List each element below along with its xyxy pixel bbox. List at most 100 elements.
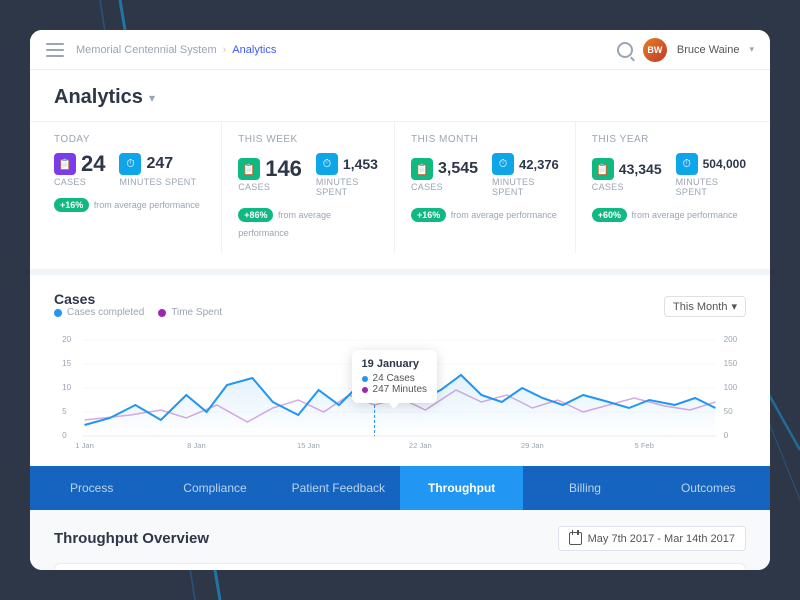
chart-section: Cases Cases completed Time Spent This Mo bbox=[30, 269, 770, 466]
page-header: Analytics ▾ bbox=[30, 70, 770, 121]
chart-filter-btn[interactable]: This Month ▾ bbox=[664, 296, 746, 317]
minutes-label-today: Minutes Spent bbox=[119, 177, 196, 187]
minutes-value-today: 247 bbox=[146, 156, 173, 172]
tab-throughput[interactable]: Throughput bbox=[400, 466, 523, 510]
calendar-icon bbox=[569, 532, 582, 545]
legend-label-cases: Cases completed bbox=[67, 307, 144, 318]
svg-text:15 Jan: 15 Jan bbox=[297, 441, 320, 450]
minutes-label-month: Minutes Spent bbox=[492, 177, 559, 197]
stat-numbers-today: 📋 24 Cases ⏱ 247 Minutes Spent bbox=[54, 153, 205, 187]
cases-icon-week: 📋 bbox=[238, 158, 260, 180]
page-title-chevron[interactable]: ▾ bbox=[149, 91, 155, 105]
chart-tooltip: 19 January 24 Cases 247 Minutes bbox=[352, 350, 437, 403]
breadcrumb-parent: Memorial Centennial System bbox=[76, 44, 217, 56]
svg-text:8 Jan: 8 Jan bbox=[187, 441, 206, 450]
legend-time: Time Spent bbox=[158, 307, 222, 318]
stat-cases-month: 📋 3,545 Cases bbox=[411, 158, 478, 192]
stat-period-year: This Year bbox=[592, 134, 746, 145]
tab-compliance[interactable]: Compliance bbox=[153, 466, 276, 510]
stat-period-week: This Week bbox=[238, 134, 378, 145]
tooltip-cases-value: 24 Cases bbox=[373, 373, 415, 384]
svg-text:22 Jan: 22 Jan bbox=[409, 441, 432, 450]
stat-numbers-year: 📋 43,345 Cases ⏱ 504,000 Minutes Spent bbox=[592, 153, 746, 197]
menu-icon[interactable] bbox=[46, 43, 64, 57]
cases-value-month: 3,545 bbox=[438, 161, 478, 177]
throughput-card: Frequency Max Location 20 15 bbox=[54, 563, 746, 570]
tabs-bar: Process Compliance Patient Feedback Thro… bbox=[30, 466, 770, 510]
stat-cases-year: 📋 43,345 Cases bbox=[592, 158, 662, 192]
cases-label-month: Cases bbox=[411, 182, 443, 192]
stat-minutes-week: ⏱ 1,453 Minutes Spent bbox=[316, 153, 378, 197]
nav-right: BW Bruce Waine ▾ bbox=[617, 38, 754, 62]
cases-icon-today: 📋 bbox=[54, 153, 76, 175]
minutes-value-month: 42,376 bbox=[519, 158, 559, 171]
breadcrumb: Memorial Centennial System › Analytics bbox=[76, 44, 617, 56]
stat-badge-today: +16% bbox=[54, 198, 89, 212]
tooltip-cases-dot bbox=[362, 376, 368, 382]
legend-cases: Cases completed bbox=[54, 307, 144, 318]
cases-label-week: Cases bbox=[238, 182, 270, 192]
user-name: Bruce Waine bbox=[677, 44, 740, 56]
main-card: Memorial Centennial System › Analytics B… bbox=[30, 30, 770, 570]
stat-minutes-today: ⏱ 247 Minutes Spent bbox=[119, 153, 196, 187]
svg-text:150: 150 bbox=[724, 359, 738, 368]
stat-card-today: Today 📋 24 Cases ⏱ 247 Mi bbox=[54, 122, 222, 253]
stat-badge-week: +86% bbox=[238, 208, 273, 222]
svg-text:10: 10 bbox=[62, 383, 72, 392]
breadcrumb-current: Analytics bbox=[232, 44, 276, 56]
stat-from-today: from average performance bbox=[94, 200, 200, 210]
stat-minutes-month: ⏱ 42,376 Minutes Spent bbox=[492, 153, 559, 197]
date-range-btn[interactable]: May 7th 2017 - Mar 14th 2017 bbox=[558, 526, 746, 551]
cases-value-today: 24 bbox=[81, 153, 105, 175]
svg-text:0: 0 bbox=[62, 431, 67, 440]
legend-dot-time bbox=[158, 309, 166, 317]
bottom-section: Throughput Overview May 7th 2017 - Mar 1… bbox=[30, 510, 770, 570]
tab-patient-feedback[interactable]: Patient Feedback bbox=[277, 466, 400, 510]
search-icon[interactable] bbox=[617, 42, 633, 58]
legend-dot-cases bbox=[54, 309, 62, 317]
content-area: Analytics ▾ Today 📋 24 Cases bbox=[30, 70, 770, 570]
svg-text:0: 0 bbox=[724, 431, 729, 440]
svg-text:1 Jan: 1 Jan bbox=[75, 441, 94, 450]
stat-card-year: This Year 📋 43,345 Cases ⏱ 504,000 bbox=[576, 122, 746, 253]
stat-cases-today: 📋 24 Cases bbox=[54, 153, 105, 187]
chart-title: Cases bbox=[54, 291, 222, 307]
minutes-label-week: Minutes Spent bbox=[316, 177, 378, 197]
stat-from-year: from average performance bbox=[632, 210, 738, 220]
stat-numbers-week: 📋 146 Cases ⏱ 1,453 Minutes Spent bbox=[238, 153, 378, 197]
avatar: BW bbox=[643, 38, 667, 62]
legend-label-time: Time Spent bbox=[171, 307, 222, 318]
tooltip-minutes-dot bbox=[362, 387, 368, 393]
cases-value-week: 146 bbox=[265, 158, 302, 180]
tooltip-cases-row: 24 Cases bbox=[362, 373, 427, 384]
svg-text:5: 5 bbox=[62, 407, 67, 416]
minutes-label-year: Minutes Spent bbox=[676, 177, 746, 197]
chart-header-left: Cases Cases completed Time Spent bbox=[54, 291, 222, 322]
tab-billing[interactable]: Billing bbox=[523, 466, 646, 510]
stats-row: Today 📋 24 Cases ⏱ 247 Mi bbox=[30, 121, 770, 269]
minutes-icon-today: ⏱ bbox=[119, 153, 141, 175]
stat-badge-year: +60% bbox=[592, 208, 627, 222]
stat-badge-month: +16% bbox=[411, 208, 446, 222]
chart-container: 20 15 10 5 0 200 150 100 50 0 bbox=[54, 330, 746, 450]
stat-card-month: This Month 📋 3,545 Cases ⏱ 42,376 bbox=[395, 122, 576, 253]
chart-filter-label: This Month bbox=[673, 301, 727, 313]
svg-text:50: 50 bbox=[724, 407, 734, 416]
svg-text:15: 15 bbox=[62, 359, 72, 368]
minutes-icon-month: ⏱ bbox=[492, 153, 514, 175]
page-title: Analytics bbox=[54, 86, 143, 109]
minutes-icon-week: ⏱ bbox=[316, 153, 338, 175]
tooltip-arrow bbox=[389, 403, 399, 409]
chart-header: Cases Cases completed Time Spent This Mo bbox=[54, 291, 746, 322]
tab-process[interactable]: Process bbox=[30, 466, 153, 510]
tab-outcomes[interactable]: Outcomes bbox=[647, 466, 770, 510]
minutes-icon-year: ⏱ bbox=[676, 153, 698, 175]
user-menu-chevron[interactable]: ▾ bbox=[749, 44, 754, 55]
stat-minutes-year: ⏱ 504,000 Minutes Spent bbox=[676, 153, 746, 197]
bottom-header: Throughput Overview May 7th 2017 - Mar 1… bbox=[54, 526, 746, 551]
stat-from-month: from average performance bbox=[451, 210, 557, 220]
minutes-value-week: 1,453 bbox=[343, 157, 378, 171]
tooltip-minutes-value: 247 Minutes bbox=[373, 384, 427, 395]
stat-numbers-month: 📋 3,545 Cases ⏱ 42,376 Minutes Spent bbox=[411, 153, 559, 197]
cases-label-today: Cases bbox=[54, 177, 86, 187]
